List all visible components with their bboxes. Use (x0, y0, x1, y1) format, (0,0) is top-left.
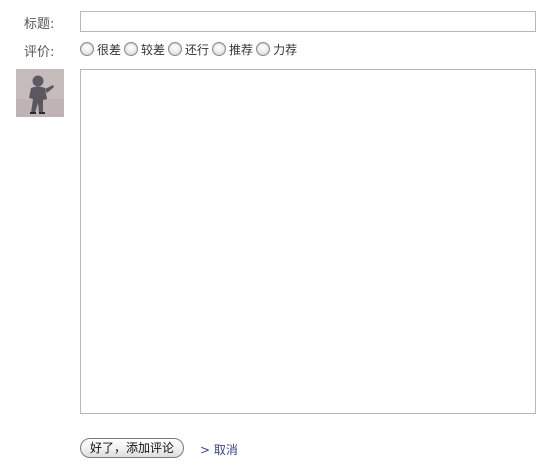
radio-button[interactable] (124, 42, 139, 56)
rating-option-label: 很差 (97, 42, 122, 57)
rating-option-very-poor[interactable]: 很差 (80, 41, 121, 58)
radio-button[interactable] (212, 42, 227, 56)
user-avatar-icon (16, 69, 64, 117)
radio-button[interactable] (80, 42, 94, 56)
rating-option-label: 还行 (185, 42, 210, 57)
radio-button[interactable] (256, 42, 271, 56)
submit-review-button[interactable]: 好了，添加评论 (80, 438, 184, 458)
avatar (16, 69, 64, 117)
rating-option-label: 推荐 (229, 42, 254, 57)
rating-options: 很差 较差 还行 推荐 力荐 (80, 40, 300, 58)
title-label: 标题: (24, 17, 55, 32)
rating-option-label: 较差 (141, 42, 166, 57)
comment-textarea[interactable] (80, 69, 536, 414)
title-input[interactable] (80, 11, 536, 32)
radio-button[interactable] (168, 42, 183, 56)
rating-option-label: 力荐 (273, 42, 298, 57)
cancel-link[interactable]: > 取消 (200, 441, 238, 458)
rating-option-okay[interactable]: 还行 (168, 41, 209, 58)
rating-option-highly-recommend[interactable]: 力荐 (256, 41, 297, 58)
rating-option-poor[interactable]: 较差 (124, 41, 165, 58)
rating-label: 评价: (24, 45, 55, 60)
rating-option-recommend[interactable]: 推荐 (212, 41, 253, 58)
